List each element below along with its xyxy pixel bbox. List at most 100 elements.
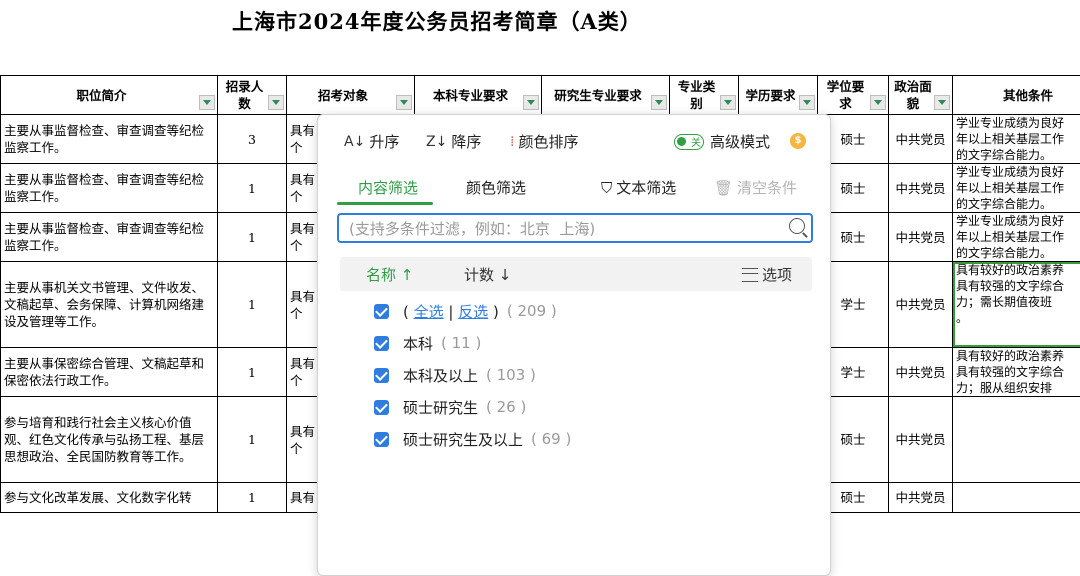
filter-dropdown-button[interactable] xyxy=(523,95,539,110)
header-cell: 研究生专业要求 xyxy=(542,76,670,115)
item-checkbox[interactable] xyxy=(374,400,389,415)
sort-toolbar: A↓升序 Z↓降序 ⁞颜色排序 关 高级模式 $ xyxy=(318,115,830,165)
headcount-cell[interactable]: 1 xyxy=(218,213,287,262)
political-status-cell[interactable]: 中共党员 xyxy=(889,115,953,164)
position-desc-cell[interactable]: 主要从事监督检查、审查调查等纪检监察工作。 xyxy=(1,164,218,213)
item-label: 硕士研究生及以上 xyxy=(403,429,523,450)
headcount-cell[interactable]: 1 xyxy=(218,164,287,213)
item-label: 本科及以上 xyxy=(403,365,478,386)
sort-asc-icon: A↓ xyxy=(344,134,365,150)
list-header: 名称 ↑ 计数 ↓ 选项 xyxy=(340,257,812,291)
item-label: 硕士研究生 xyxy=(403,397,478,418)
color-sort-button[interactable]: ⁞颜色排序 xyxy=(510,131,578,152)
filter-dropdown-button[interactable] xyxy=(199,95,215,110)
other-conditions-cell[interactable] xyxy=(953,483,1080,513)
filter-dropdown-button[interactable] xyxy=(934,95,950,110)
header-cell: 职位简介 xyxy=(1,76,218,115)
total-count: ( 209 ) xyxy=(507,302,557,320)
filter-value-item[interactable]: 本科 ( 11 ) xyxy=(374,327,571,359)
select-all-checkbox[interactable] xyxy=(374,304,389,319)
tab-color-filter[interactable]: 颜色筛选 xyxy=(466,177,526,198)
other-conditions-cell[interactable]: 具有较好的政治素养 具有较强的文字综合 力；服从组织安排 xyxy=(953,348,1080,397)
sort-by-name[interactable]: 名称 ↑ xyxy=(366,264,413,285)
header-cell: 学历要求 xyxy=(739,76,818,115)
filter-dropdown-button[interactable] xyxy=(268,95,284,110)
sort-asc-button[interactable]: A↓升序 xyxy=(344,131,399,152)
position-desc-cell[interactable]: 参与文化改革发展、文化数字化转 xyxy=(1,483,218,513)
item-checkbox[interactable] xyxy=(374,432,389,447)
item-count: ( 26 ) xyxy=(486,398,526,416)
search-icon[interactable] xyxy=(789,218,805,234)
filter-value-item[interactable]: 硕士研究生及以上 ( 69 ) xyxy=(374,423,571,455)
item-count: ( 69 ) xyxy=(531,430,571,448)
political-status-cell[interactable]: 中共党员 xyxy=(889,213,953,262)
headcount-cell[interactable]: 1 xyxy=(218,483,287,513)
options-button[interactable]: 选项 xyxy=(742,264,792,285)
clear-conditions-button[interactable]: 🗑清空条件 xyxy=(714,177,797,198)
item-label: 本科 xyxy=(403,333,433,354)
headcount-cell[interactable]: 1 xyxy=(218,397,287,483)
toggle-knob xyxy=(677,137,686,146)
spacer-row xyxy=(0,44,1080,75)
other-conditions-cell[interactable]: 具有较好的政治素养 具有较强的文字综合 力；需长期值夜班 。 xyxy=(953,262,1080,348)
filter-dropdown-button[interactable] xyxy=(799,95,815,110)
filter-dropdown-button[interactable] xyxy=(396,95,412,110)
position-desc-cell[interactable]: 主要从事监督检查、审查调查等纪检监察工作。 xyxy=(1,213,218,262)
premium-coin-icon: $ xyxy=(790,133,806,149)
select-all-row: ( 全选 | 反选 ) ( 209 ) xyxy=(374,295,571,327)
political-status-cell[interactable]: 中共党员 xyxy=(889,348,953,397)
filter-value-item[interactable]: 本科及以上 ( 103 ) xyxy=(374,359,571,391)
menu-icon xyxy=(742,268,758,282)
position-desc-cell[interactable]: 主要从事机关文书管理、文件收发、文稿起草、会务保障、计算机网络建设及管理等工作。 xyxy=(1,262,218,348)
filter-value-item[interactable]: 硕士研究生 ( 26 ) xyxy=(374,391,571,423)
select-all-link[interactable]: 全选 xyxy=(414,303,444,321)
advanced-mode-toggle[interactable]: 关 xyxy=(674,134,704,150)
document-title-bar: 上海市2024年度公务员招考简章（A类） xyxy=(0,0,1080,44)
filter-search-box xyxy=(337,213,813,243)
headcount-cell[interactable]: 1 xyxy=(218,262,287,348)
sort-by-count[interactable]: 计数 ↓ xyxy=(464,264,511,285)
header-cell: 本科专业要求 xyxy=(415,76,542,115)
advanced-mode-label: 高级模式 xyxy=(710,131,770,152)
filter-tabs: 内容筛选 颜色筛选 ⛉文本筛选 🗑清空条件 xyxy=(318,175,830,205)
active-tab-underline xyxy=(337,202,433,205)
political-status-cell[interactable]: 中共党员 xyxy=(889,164,953,213)
sort-desc-button[interactable]: Z↓降序 xyxy=(426,131,481,152)
header-cell: 学位要求 xyxy=(818,76,889,115)
funnel-icon: ⛉ xyxy=(601,179,612,197)
filter-dropdown-button[interactable] xyxy=(651,95,667,110)
item-count: ( 11 ) xyxy=(441,334,481,352)
other-conditions-cell[interactable] xyxy=(953,397,1080,483)
item-checkbox[interactable] xyxy=(374,368,389,383)
political-status-cell[interactable]: 中共党员 xyxy=(889,262,953,348)
political-status-cell[interactable]: 中共党员 xyxy=(889,483,953,513)
header-cell: 招录人数 xyxy=(218,76,287,115)
header-cell: 招考对象 xyxy=(287,76,415,115)
filter-value-list: ( 全选 | 反选 ) ( 209 ) 本科 ( 11 ) 本科及以上 ( 103 )… xyxy=(374,295,571,455)
trash-icon: 🗑 xyxy=(714,179,733,197)
headcount-cell[interactable]: 3 xyxy=(218,115,287,164)
filter-search-input[interactable] xyxy=(347,218,771,240)
color-sort-icon: ⁞ xyxy=(510,134,514,150)
header-cell: 专业类别 xyxy=(670,76,739,115)
political-status-cell[interactable]: 中共党员 xyxy=(889,397,953,483)
other-conditions-cell[interactable]: 学业专业成绩为良好 年以上相关基层工作 的文字综合能力。 xyxy=(953,115,1080,164)
header-cell: 政治面貌 xyxy=(889,76,953,115)
position-desc-cell[interactable]: 主要从事监督检查、审查调查等纪检监察工作。 xyxy=(1,115,218,164)
position-desc-cell[interactable]: 参与培育和践行社会主义核心价值观、红色文化传承与弘扬工程、基层思想政治、全民国防… xyxy=(1,397,218,483)
filter-dropdown-button[interactable] xyxy=(870,95,886,110)
text-filter-button[interactable]: ⛉文本筛选 xyxy=(601,177,676,198)
header-cell: 其他条件 xyxy=(953,76,1080,115)
invert-selection-link[interactable]: 反选 xyxy=(458,303,488,321)
item-checkbox[interactable] xyxy=(374,336,389,351)
filter-popup: A↓升序 Z↓降序 ⁞颜色排序 关 高级模式 $ 内容筛选 颜色筛选 ⛉文本筛选… xyxy=(317,114,831,576)
position-desc-cell[interactable]: 主要从事保密综合管理、文稿起草和保密依法行政工作。 xyxy=(1,348,218,397)
other-conditions-cell[interactable]: 学业专业成绩为良好 年以上相关基层工作 的文字综合能力。 xyxy=(953,164,1080,213)
header-row: 职位简介 招录人数 招考对象 本科专业要求 研究生专业要求 专业类别 学历要求 … xyxy=(1,76,1080,115)
other-conditions-cell[interactable]: 学业专业成绩为良好 年以上相关基层工作 的文字综合能力。 xyxy=(953,213,1080,262)
document-title: 上海市2024年度公务员招考简章（A类） xyxy=(232,6,642,36)
tab-content-filter[interactable]: 内容筛选 xyxy=(358,177,418,198)
item-count: ( 103 ) xyxy=(486,366,536,384)
filter-dropdown-button[interactable] xyxy=(720,95,736,110)
headcount-cell[interactable]: 1 xyxy=(218,348,287,397)
